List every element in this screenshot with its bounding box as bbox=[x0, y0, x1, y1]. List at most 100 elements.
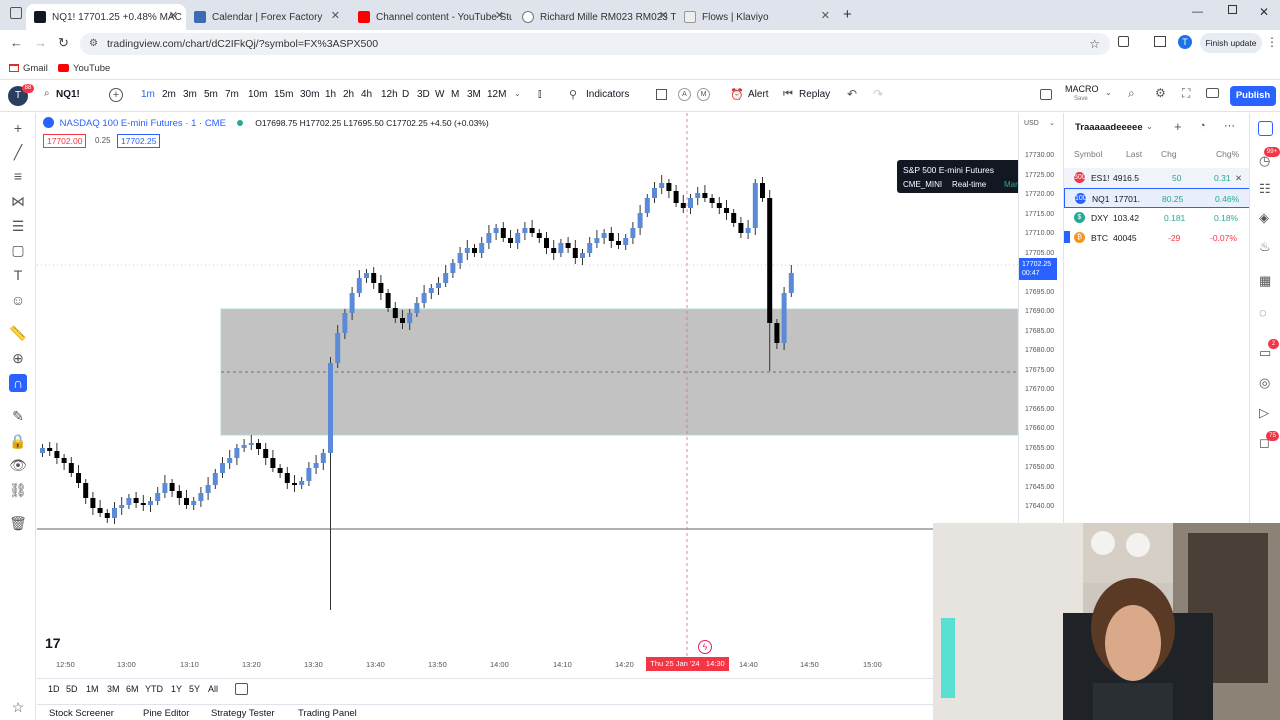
timeframe-4h[interactable]: 4h bbox=[361, 89, 372, 100]
watchlist-row[interactable]: 500 ES1! 4916.5 50 0.31 ✕ bbox=[1064, 168, 1250, 188]
sell-price-button[interactable]: 17702.00 bbox=[43, 134, 87, 148]
watchlist-name[interactable]: Traaaaadeeeee bbox=[1075, 122, 1143, 133]
timeframe-D[interactable]: D bbox=[402, 89, 409, 100]
eye-icon[interactable]: 👁 bbox=[9, 456, 27, 474]
timeframe-30m[interactable]: 30m bbox=[300, 89, 319, 100]
more-menu-icon[interactable]: ⋮ bbox=[1266, 35, 1278, 49]
watchlist-row[interactable]: 100 NQ1 17701. 80.25 0.46% bbox=[1064, 188, 1250, 208]
tab-strategy-tester[interactable]: Strategy Tester bbox=[211, 708, 275, 719]
layers-icon[interactable]: ◈ bbox=[1259, 210, 1269, 226]
favorites-star-icon[interactable]: ☆ bbox=[9, 698, 27, 716]
camera-snapshot-icon[interactable] bbox=[1206, 88, 1219, 98]
zoom-in-icon[interactable]: ⊕ bbox=[9, 349, 27, 367]
minimize-window-icon[interactable]: — bbox=[1192, 6, 1203, 18]
chart-type-candles-icon[interactable]: ⫾ bbox=[538, 88, 542, 101]
crosshair-icon[interactable]: + bbox=[9, 119, 27, 137]
magnet-icon[interactable]: ∩ bbox=[9, 374, 27, 392]
indicators-button[interactable]: Indicators bbox=[586, 89, 629, 100]
lock-drawing-icon[interactable]: ✎ bbox=[9, 407, 27, 425]
publish-button[interactable]: Publish bbox=[1230, 86, 1276, 106]
lightning-event-icon[interactable]: ϟ bbox=[698, 640, 712, 654]
timeframe-2m[interactable]: 2m bbox=[162, 89, 176, 100]
browser-tab-youtube-studio[interactable]: Channel content - YouTube Stu ✕ bbox=[350, 4, 512, 30]
column-chg-percent[interactable]: Chg% bbox=[1216, 149, 1239, 159]
column-last[interactable]: Last bbox=[1126, 149, 1142, 159]
timeframe-5m[interactable]: 5m bbox=[204, 89, 218, 100]
undo-icon[interactable]: ↶ bbox=[847, 87, 857, 101]
timeframe-3D[interactable]: 3D bbox=[417, 89, 430, 100]
layout-save-label[interactable]: Save bbox=[1074, 96, 1088, 102]
timeframe-12h[interactable]: 12h bbox=[381, 89, 398, 100]
compare-symbol-icon[interactable]: + bbox=[109, 88, 123, 102]
fib-icon[interactable]: ☰ bbox=[9, 217, 27, 235]
timeframe-12M[interactable]: 12M bbox=[487, 89, 506, 100]
tab-trading-panel[interactable]: Trading Panel bbox=[298, 708, 357, 719]
range-button-5y[interactable]: 5Y bbox=[189, 684, 200, 694]
column-symbol[interactable]: Symbol bbox=[1074, 149, 1102, 159]
redo-icon[interactable]: ↷ bbox=[873, 87, 883, 101]
chart-area[interactable]: NASDAQ 100 E-mini Futures · 1 · CME O176… bbox=[37, 113, 1018, 656]
range-button-1m[interactable]: 1M bbox=[86, 684, 99, 694]
price-axis[interactable]: USD ⌄ 17730.00 17725.00 17720.00 17715.00 17… bbox=[1018, 113, 1062, 523]
remove-symbol-icon[interactable]: ✕ bbox=[1235, 173, 1242, 184]
data-window-icon[interactable]: ☷ bbox=[1259, 181, 1271, 197]
timeframe-7m[interactable]: 7m bbox=[225, 89, 239, 100]
time-axis[interactable]: 12:50 13:00 13:10 13:20 13:30 13:40 13:50 14:00… bbox=[37, 656, 933, 674]
watchlist-row[interactable]: ₿ BTC 40045 -29 -0.07% bbox=[1064, 228, 1250, 248]
legend-title[interactable]: NASDAQ 100 E-mini Futures · 1 · CME bbox=[60, 118, 226, 129]
watchlist-icon[interactable] bbox=[1258, 121, 1273, 136]
url-field[interactable]: ⚙ tradingview.com/chart/dC2IFkQj/?symbol… bbox=[80, 33, 1110, 55]
calendar-icon[interactable]: ▦ bbox=[1259, 273, 1271, 289]
template-m-icon[interactable]: M bbox=[697, 88, 710, 101]
range-button-6m[interactable]: 6M bbox=[126, 684, 139, 694]
timeframe-3M[interactable]: 3M bbox=[467, 89, 481, 100]
alert-button[interactable]: Alert bbox=[748, 89, 769, 100]
side-panel-icon[interactable] bbox=[1154, 36, 1166, 47]
timeframe-3m[interactable]: 3m bbox=[183, 89, 197, 100]
timeframe-M[interactable]: M bbox=[451, 89, 459, 100]
forward-arrow-icon[interactable]: → bbox=[34, 35, 47, 50]
pattern-icon[interactable]: ⋈ bbox=[9, 192, 27, 210]
tab-stock-screener[interactable]: Stock Screener bbox=[49, 708, 114, 719]
close-tab-icon[interactable]: ✕ bbox=[495, 9, 504, 22]
range-button-ytd[interactable]: YTD bbox=[145, 684, 163, 694]
tradingview-logo-icon[interactable]: 17 bbox=[45, 635, 61, 651]
link-icon[interactable]: ⛓ bbox=[9, 481, 27, 499]
extensions-icon[interactable] bbox=[1118, 36, 1129, 47]
close-tab-icon[interactable]: ✕ bbox=[821, 9, 830, 22]
currency-dropdown-icon[interactable]: ⌄ bbox=[1049, 119, 1055, 127]
template-a-icon[interactable]: A bbox=[678, 88, 691, 101]
rectangle-tool-icon[interactable]: ▢ bbox=[9, 241, 27, 259]
browser-tab-forexfactory[interactable]: Calendar | Forex Factory ✕ bbox=[186, 4, 348, 30]
timeframe-2h[interactable]: 2h bbox=[343, 89, 354, 100]
trash-icon[interactable]: 🗑 bbox=[9, 514, 27, 532]
close-window-icon[interactable]: ✕ bbox=[1259, 5, 1269, 19]
close-tab-icon[interactable]: ✕ bbox=[331, 9, 340, 22]
text-tool-icon[interactable]: T bbox=[9, 266, 27, 284]
range-button-1d[interactable]: 1D bbox=[48, 684, 60, 694]
ideas-lightbulb-icon[interactable]: ◌ bbox=[1259, 305, 1267, 320]
emoji-icon[interactable]: ☺ bbox=[9, 291, 27, 309]
finish-update-button[interactable]: Finish update bbox=[1200, 33, 1262, 53]
browser-tab-klaviyo[interactable]: Flows | Klaviyo ✕ bbox=[676, 4, 838, 30]
go-to-date-icon[interactable] bbox=[235, 683, 248, 695]
settings-gear-icon[interactable]: ⚙ bbox=[1155, 86, 1166, 100]
timeframe-10m[interactable]: 10m bbox=[248, 89, 267, 100]
add-symbol-icon[interactable]: + bbox=[1174, 119, 1182, 134]
ruler-icon[interactable]: 📏 bbox=[9, 324, 27, 342]
back-arrow-icon[interactable]: ← bbox=[10, 35, 23, 50]
range-button-1y[interactable]: 1Y bbox=[171, 684, 182, 694]
timeframe-15m[interactable]: 15m bbox=[274, 89, 293, 100]
timeframe-dropdown-icon[interactable]: ⌄ bbox=[514, 89, 521, 98]
close-tab-icon[interactable]: ✕ bbox=[659, 9, 668, 22]
watchlist-row[interactable]: $ DXY 103.42 0.181 0.18% bbox=[1064, 208, 1250, 228]
browser-tab-tradingview[interactable]: NQ1! 17701.25 +0.48% MAC ✕ bbox=[26, 4, 186, 30]
candlestick-chart[interactable] bbox=[37, 113, 1018, 656]
timeframe-1h[interactable]: 1h bbox=[325, 89, 336, 100]
stream-play-icon[interactable]: ▷ bbox=[1259, 405, 1269, 421]
currency-label[interactable]: USD bbox=[1024, 120, 1039, 127]
horizontal-lines-icon[interactable]: ≡ bbox=[9, 167, 27, 185]
timeframe-W[interactable]: W bbox=[435, 89, 444, 100]
lock-icon[interactable]: 🔒 bbox=[9, 432, 27, 450]
profile-avatar[interactable]: T bbox=[1178, 35, 1192, 49]
